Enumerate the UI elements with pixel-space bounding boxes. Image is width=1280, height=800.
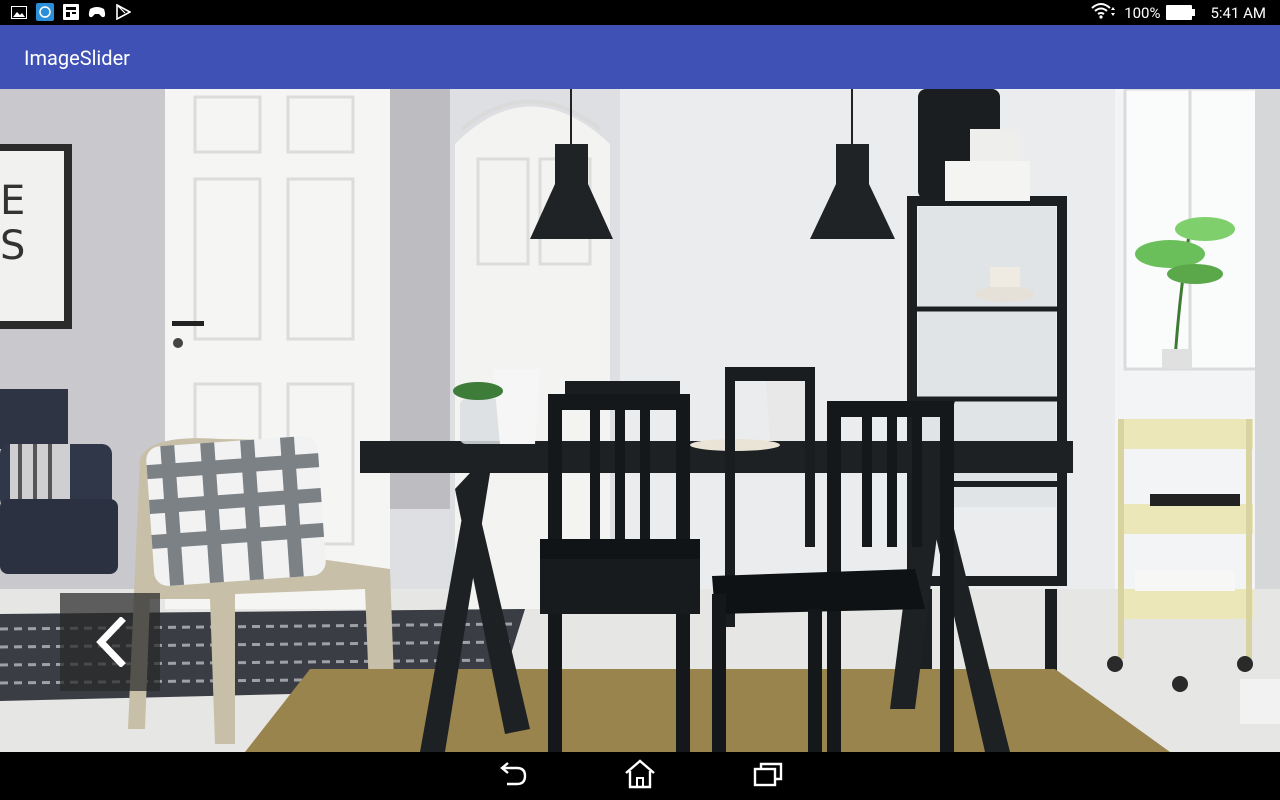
image-slider[interactable]: E S: [0, 89, 1280, 752]
status-bar: 100% 5:41 AM: [0, 0, 1280, 25]
play-store-icon: [114, 3, 132, 21]
app-bar: ImageSlider: [0, 25, 1280, 89]
app-icon: [36, 3, 54, 21]
app-title: ImageSlider: [24, 46, 130, 70]
back-button[interactable]: [488, 758, 536, 794]
dining-room-photo: E S: [0, 89, 1280, 752]
previous-image-button[interactable]: [60, 593, 160, 691]
svg-text:E: E: [0, 178, 25, 224]
battery-percent: 100%: [1124, 3, 1161, 22]
clock: 5:41 AM: [1210, 3, 1266, 22]
recents-icon: [752, 760, 784, 792]
wifi-icon: [1090, 2, 1118, 24]
notification-icons: [10, 3, 132, 21]
back-icon: [497, 760, 527, 792]
navigation-bar: [0, 752, 1280, 800]
gallery-icon: [10, 3, 28, 21]
game-controller-icon: [88, 3, 106, 21]
chevron-left-icon: [93, 617, 127, 667]
battery-icon: [1166, 5, 1196, 20]
recents-button[interactable]: [744, 758, 792, 794]
news-icon: [62, 3, 80, 21]
status-right: 100% 5:41 AM: [1090, 2, 1266, 23]
home-button[interactable]: [616, 758, 664, 794]
svg-text:S: S: [0, 223, 25, 269]
home-icon: [624, 759, 656, 793]
